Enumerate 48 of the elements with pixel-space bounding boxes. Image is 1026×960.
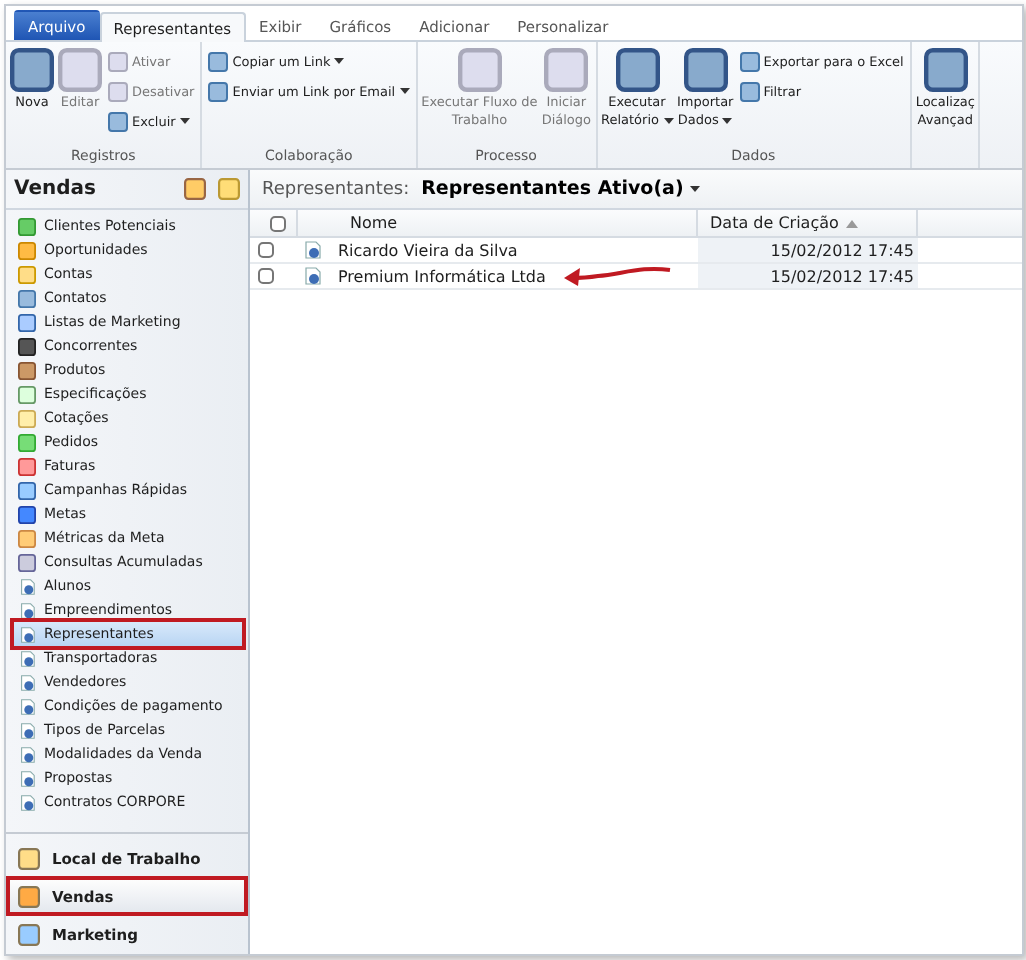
table-row[interactable]: Premium Informática Ltda 15/02/2012 17:45: [250, 264, 1022, 290]
record-icon: [18, 793, 36, 811]
annotation-arrow: [561, 264, 674, 288]
record-icon: [18, 721, 36, 739]
row-checkbox[interactable]: [258, 242, 274, 258]
caret-icon: [334, 58, 345, 64]
large-icon: [58, 48, 102, 92]
select-all-checkbox[interactable]: [270, 215, 286, 231]
small-icon: [208, 81, 229, 101]
table-cell[interactable]: Ricardo Vieira da Silva: [338, 241, 518, 259]
area-icon: [18, 923, 40, 945]
caret-icon: [689, 186, 700, 192]
view-selector[interactable]: Representantes Ativo(a): [421, 178, 700, 200]
record-icon: [18, 769, 36, 787]
table-cell: 15/02/2012 17:45: [698, 238, 918, 262]
record-icon: [18, 697, 36, 715]
small-icon: [208, 51, 229, 71]
area-icon: [18, 847, 40, 869]
column-header[interactable]: Nome: [298, 210, 698, 236]
table-cell: 15/02/2012 17:45: [698, 264, 918, 288]
small-icon: [739, 81, 760, 101]
caret-icon: [663, 117, 673, 123]
record-icon: [18, 745, 36, 763]
sort-icon: [846, 219, 859, 227]
large-icon: [683, 48, 728, 92]
view-label: Representantes:: [262, 179, 410, 199]
large-icon: [10, 48, 54, 92]
record-icon: [18, 673, 36, 691]
large-icon: [544, 48, 589, 92]
large-icon: [615, 48, 659, 92]
large-icon: [457, 48, 502, 92]
small-icon: [739, 51, 760, 71]
large-icon: [923, 48, 968, 92]
record-icon: [302, 240, 322, 260]
record-icon: [18, 649, 36, 667]
caret-icon: [179, 118, 190, 124]
caret-icon: [722, 117, 733, 123]
record-icon: [18, 601, 36, 619]
column-header[interactable]: Data de Criação: [698, 210, 918, 236]
caret-icon: [399, 88, 410, 94]
row-checkbox[interactable]: [258, 268, 274, 284]
record-icon: [302, 266, 322, 286]
area-icon: [18, 885, 40, 907]
table-cell[interactable]: Premium Informática Ltda: [338, 267, 546, 285]
table-row[interactable]: Ricardo Vieira da Silva 15/02/2012 17:45: [250, 238, 1022, 264]
record-icon: [18, 577, 36, 595]
sidebar-title: Vendas: [14, 178, 96, 200]
record-icon: [18, 625, 36, 643]
